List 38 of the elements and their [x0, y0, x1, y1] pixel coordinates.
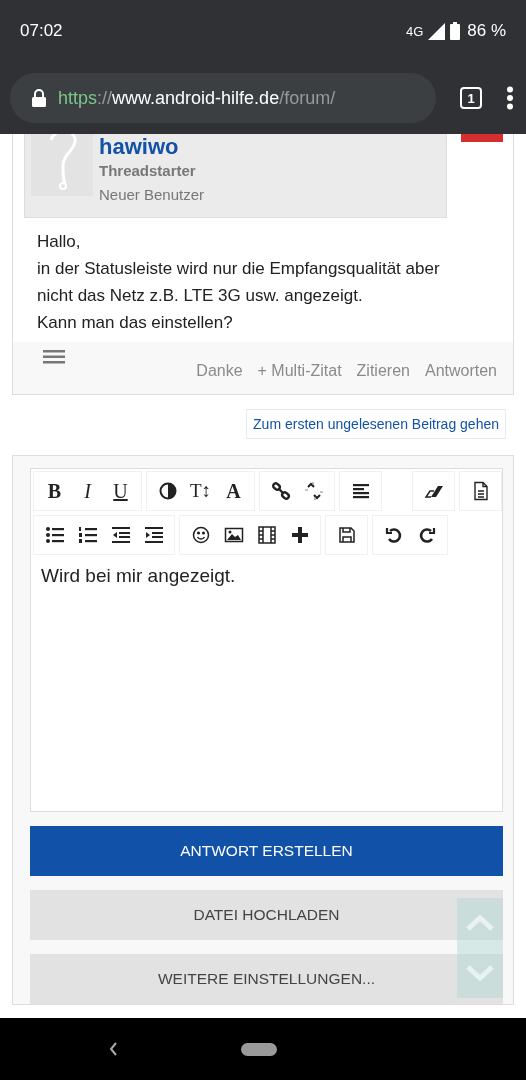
submit-reply-button[interactable]: ANTWORT ERSTELLEN — [30, 826, 503, 876]
font-button[interactable]: A — [217, 476, 250, 506]
home-pill[interactable] — [241, 1042, 277, 1056]
battery-icon — [450, 22, 461, 40]
address-bar[interactable]: https://www.android-hilfe.de/forum/ — [10, 73, 436, 123]
text-size-button[interactable]: T↕ — [184, 476, 217, 506]
outdent-icon[interactable] — [110, 525, 131, 545]
post-text: Hallo, in der Statusleiste wird nur die Empfangsqualität aber nicht das Netz z.B. LTE 3G usw. angezeigt. Kann man das einstellen? — [37, 231, 441, 334]
secondary-button[interactable]: WEITERE EINSTELLUNGEN... — [30, 954, 503, 1004]
italic-button[interactable]: I — [71, 476, 104, 506]
battery-percent: 86 % — [467, 21, 506, 41]
bold-button[interactable]: B — [38, 476, 71, 506]
smiley-icon[interactable] — [190, 525, 211, 545]
film-icon[interactable] — [256, 525, 277, 545]
tab-count-button[interactable]: 1 — [460, 87, 482, 109]
signal-icon — [428, 22, 446, 40]
first-unread-link[interactable]: Zum ersten ungelesenen Beitrag gehen — [246, 409, 506, 439]
user-rank: Neuer Benutzer — [99, 185, 205, 205]
rich-text-editor[interactable]: B I U T↕ A Wird bei mir angezeigt. — [30, 468, 503, 812]
align-icon[interactable] — [350, 481, 371, 501]
network-type: 4G — [405, 23, 424, 39]
secondary-button[interactable]: DATEI HOCHLADEN — [30, 890, 503, 940]
back-icon[interactable] — [108, 1041, 118, 1057]
underline-button[interactable]: U — [104, 476, 137, 506]
author-name[interactable]: hawiwo — [99, 134, 205, 160]
plus-icon[interactable] — [289, 525, 310, 545]
image-icon[interactable] — [223, 525, 244, 545]
numbered-list-icon[interactable] — [77, 525, 98, 545]
undo-icon[interactable] — [383, 525, 404, 545]
more-menu-icon[interactable] — [506, 86, 514, 110]
contrast-icon[interactable] — [157, 481, 178, 501]
lock-icon — [32, 89, 46, 107]
menu-icon[interactable] — [43, 350, 65, 364]
link-icon[interactable] — [270, 481, 291, 501]
clock: 07:02 — [20, 21, 63, 41]
user-role: Threadstarter — [99, 161, 197, 181]
indent-icon[interactable] — [143, 525, 164, 545]
bullet-list-icon[interactable] — [44, 525, 65, 545]
